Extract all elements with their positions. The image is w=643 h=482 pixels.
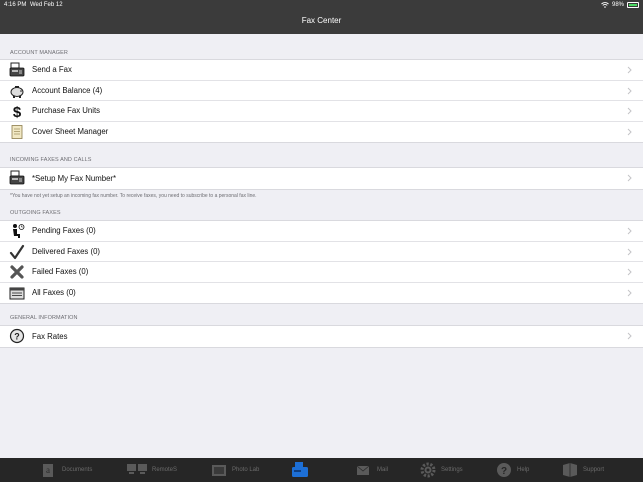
account-balance-row[interactable]: Account Balance (4) (0, 81, 643, 101)
chevron-right-icon (627, 268, 632, 276)
all-faxes-row[interactable]: All Faxes (0) (0, 283, 643, 304)
tab-remotes[interactable]: RemoteS (126, 460, 177, 480)
svg-text:a: a (46, 465, 50, 475)
chevron-right-icon (627, 332, 632, 340)
status-time: 4:16 PM (4, 2, 27, 8)
photo-lab-icon (212, 465, 226, 476)
tab-label: Mail (377, 467, 389, 473)
send-fax-row[interactable]: Send a Fax (0, 60, 643, 81)
x-mark-icon (9, 264, 25, 280)
settings-gear-icon (420, 462, 436, 478)
piggy-bank-icon (9, 83, 25, 99)
tab-label: Photo Lab (232, 467, 260, 473)
help-icon: ? (497, 463, 511, 477)
row-label: Delivered Faxes (0) (32, 246, 101, 256)
wifi-icon (601, 2, 609, 8)
pending-faxes-row[interactable]: Pending Faxes (0) (0, 221, 643, 242)
row-label: Failed Faxes (0) (32, 267, 89, 277)
chevron-right-icon (627, 227, 632, 235)
row-label: Pending Faxes (0) (32, 226, 96, 236)
tab-settings[interactable]: Settings (419, 460, 463, 480)
svg-text:$: $ (13, 104, 22, 119)
pending-person-icon (9, 223, 25, 239)
row-label: Account Balance (4) (32, 85, 103, 95)
chevron-right-icon (627, 128, 632, 135)
incoming-note: *You have not yet setup an incoming fax … (10, 193, 257, 199)
chevron-right-icon (627, 107, 632, 115)
outgoing-group: Pending Faxes (0) Delivered Faxes (0) Fa… (0, 220, 643, 304)
row-label: *Setup My Fax Number* (32, 173, 117, 183)
cover-sheet-manager-row[interactable]: Cover Sheet Manager (0, 122, 643, 143)
tab-support[interactable]: Support (561, 460, 604, 480)
general-group: ? Fax Rates (0, 325, 643, 348)
chevron-right-icon (627, 289, 632, 296)
tab-label: Documents (62, 467, 93, 473)
section-header-general: GENERAL INFORMATION (10, 315, 78, 321)
tab-label: Support (583, 467, 605, 473)
checkmark-icon (9, 244, 25, 260)
tab-help[interactable]: ? Help (495, 460, 529, 480)
tab-bar: a Documents RemoteS Photo Lab Mail Setti… (0, 458, 643, 482)
fax-machine-icon (9, 62, 25, 78)
support-icon (563, 463, 577, 477)
delivered-faxes-row[interactable]: Delivered Faxes (0) (0, 242, 643, 262)
tab-label: Settings (441, 467, 463, 473)
status-bar: 4:16 PM Wed Feb 12 98% (0, 0, 643, 10)
chevron-right-icon (627, 174, 632, 182)
section-header-account: ACCOUNT MANAGER (10, 50, 68, 56)
question-mark-icon: ? (9, 328, 25, 344)
row-label: Cover Sheet Manager (32, 127, 109, 137)
account-group: Send a Fax Account Balance (4) $ Purchas… (0, 59, 643, 143)
status-date: Wed Feb 12 (30, 2, 63, 8)
chevron-right-icon (627, 66, 632, 74)
row-label: All Faxes (0) (32, 288, 76, 298)
svg-text:?: ? (14, 332, 20, 342)
battery-percent: 98% (611, 2, 624, 8)
navigation-bar: 4:16 PM Wed Feb 12 98% Fax Center (0, 0, 643, 34)
tab-label: Help (517, 467, 530, 473)
row-label: Fax Rates (32, 331, 68, 341)
dollar-sign-icon: $ (9, 103, 25, 119)
fax-tab-icon (292, 462, 308, 477)
chevron-right-icon (627, 248, 632, 255)
tab-photo-lab[interactable]: Photo Lab (210, 460, 259, 480)
tab-documents[interactable]: a Documents (40, 460, 92, 480)
svg-text:?: ? (501, 466, 507, 477)
fax-list-icon (9, 285, 25, 301)
tab-mail[interactable]: Mail (355, 460, 388, 480)
row-label: Purchase Fax Units (32, 106, 101, 116)
documents-icon: a (43, 464, 53, 477)
status-right: 98% (601, 2, 639, 8)
row-label: Send a Fax (32, 65, 72, 75)
tab-label: RemoteS (152, 467, 178, 473)
section-header-outgoing: OUTGOING FAXES (10, 210, 61, 216)
mail-icon (356, 465, 370, 475)
remote-computers-icon (127, 464, 147, 474)
chevron-right-icon (627, 87, 632, 94)
battery-icon (627, 2, 639, 8)
incoming-group: *Setup My Fax Number* (0, 167, 643, 190)
page-title: Fax Center (301, 16, 342, 25)
setup-fax-number-row[interactable]: *Setup My Fax Number* (0, 168, 643, 189)
tab-fax[interactable] (291, 460, 309, 480)
scroll-icon (9, 124, 25, 140)
purchase-fax-units-row[interactable]: $ Purchase Fax Units (0, 101, 643, 122)
fax-rates-row[interactable]: ? Fax Rates (0, 326, 643, 347)
fax-machine-icon (9, 170, 25, 186)
section-header-incoming: INCOMING FAXES AND CALLS (10, 157, 92, 163)
failed-faxes-row[interactable]: Failed Faxes (0) (0, 262, 643, 283)
